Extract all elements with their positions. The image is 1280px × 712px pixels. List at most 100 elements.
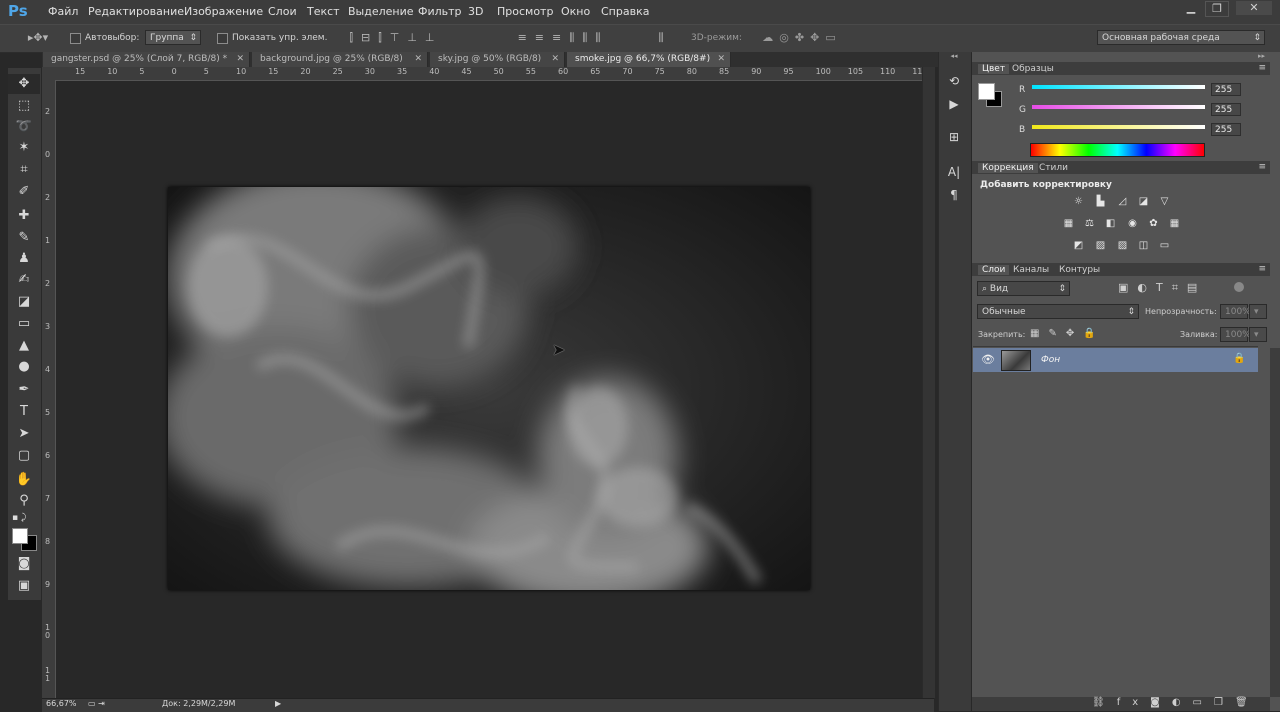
- distribute-icons[interactable]: ≡≡≡⫼⫼⫼: [493, 31, 633, 45]
- healing-brush-icon[interactable]: ✚: [8, 206, 40, 226]
- status-icons[interactable]: ▭ ⇥: [88, 699, 118, 708]
- align-icons[interactable]: ⫿⊟⫿⊤⊥⊥: [336, 31, 456, 45]
- channel-b-value[interactable]: 255: [1211, 123, 1241, 136]
- threshold-icon[interactable]: ▨: [1116, 240, 1129, 251]
- channel-b-slider[interactable]: [1032, 125, 1205, 129]
- maximize-button[interactable]: ❐: [1205, 1, 1229, 17]
- blur-tool-icon[interactable]: ▲: [8, 336, 40, 356]
- crop-tool-icon[interactable]: ⌗: [8, 160, 40, 180]
- history-brush-icon[interactable]: ✍: [8, 270, 40, 290]
- lock-icons[interactable]: ▦✎✥🔒: [1030, 328, 1110, 339]
- tab-channels[interactable]: Каналы: [1013, 265, 1049, 275]
- eyedropper-icon[interactable]: ✐: [8, 182, 40, 202]
- fill-input[interactable]: 100%: [1220, 327, 1251, 342]
- color-fg-swatch[interactable]: [978, 83, 995, 100]
- layer-filter-dropdown[interactable]: ⌕ Вид ⇕: [977, 281, 1070, 296]
- filter-toggle-icon[interactable]: [1234, 282, 1244, 292]
- color-lookup-icon[interactable]: ▦: [1168, 218, 1181, 229]
- tab-styles[interactable]: Стили: [1039, 163, 1068, 173]
- path-select-icon[interactable]: ➤: [8, 424, 40, 444]
- quick-mask-icon[interactable]: ◙: [8, 554, 40, 574]
- tab-paths[interactable]: Контуры: [1059, 265, 1100, 275]
- menu-type[interactable]: Текст: [307, 5, 340, 18]
- pen-tool-icon[interactable]: ✒: [8, 380, 40, 400]
- channel-mixer-icon[interactable]: ✿: [1147, 218, 1160, 229]
- channel-g-slider[interactable]: [1032, 105, 1205, 109]
- channel-r-slider[interactable]: [1032, 85, 1205, 89]
- tab-swatches[interactable]: Образцы: [1012, 64, 1054, 74]
- properties-panel-icon[interactable]: ⊞: [940, 126, 968, 148]
- dodge-tool-icon[interactable]: ●: [8, 357, 40, 377]
- menu-layers[interactable]: Слои: [268, 5, 297, 18]
- tab-gangster[interactable]: gangster.psd @ 25% (Слой 7, RGB/8) * ✕: [43, 52, 250, 67]
- menu-select[interactable]: Выделение: [348, 5, 414, 18]
- swap-colors-icon[interactable]: ▪ ⤸: [12, 513, 26, 523]
- menu-filter[interactable]: Фильтр: [418, 5, 462, 18]
- close-icon[interactable]: ✕: [236, 52, 244, 67]
- collapse-icon[interactable]: ◂◂: [938, 52, 970, 62]
- invert-icon[interactable]: ◩: [1072, 240, 1085, 251]
- tab-color[interactable]: Цвет: [978, 64, 1010, 74]
- history-panel-icon[interactable]: ⟲: [940, 70, 968, 92]
- eye-icon[interactable]: 👁: [981, 353, 995, 366]
- autoselect-dropdown[interactable]: Группа ⇕: [145, 30, 201, 45]
- layers-scrollbar[interactable]: [1270, 348, 1280, 697]
- channel-g-value[interactable]: 255: [1211, 103, 1241, 116]
- eraser-icon[interactable]: ◪: [8, 292, 40, 312]
- autoselect-checkbox[interactable]: [70, 33, 81, 44]
- layer-name[interactable]: Фон: [1041, 355, 1060, 365]
- brush-tool-icon[interactable]: ✎: [8, 228, 40, 248]
- workspace-dropdown[interactable]: Основная рабочая среда ⇕: [1097, 30, 1265, 45]
- black-white-icon[interactable]: ◧: [1104, 218, 1117, 229]
- layer-action-icons[interactable]: ⛓fx◙◐▭❐🗑: [1092, 697, 1272, 708]
- show-transform-checkbox[interactable]: [217, 33, 228, 44]
- zoom-tool-icon[interactable]: ⚲: [8, 491, 40, 511]
- menu-image[interactable]: Изображение: [184, 5, 263, 18]
- tab-layers[interactable]: Слои: [978, 265, 1010, 275]
- close-icon[interactable]: ✕: [551, 52, 559, 67]
- status-menu-arrow[interactable]: ▶: [275, 699, 281, 708]
- panel-menu-icon[interactable]: ≡: [1258, 162, 1266, 172]
- fill-arrow-icon[interactable]: ▾: [1249, 327, 1267, 342]
- panel-menu-icon[interactable]: ≡: [1258, 63, 1266, 73]
- gradient-map-icon[interactable]: ◫: [1137, 240, 1150, 251]
- selective-color-icon[interactable]: ▭: [1158, 240, 1171, 251]
- menu-edit[interactable]: Редактирование: [88, 5, 184, 18]
- tab-sky[interactable]: sky.jpg @ 50% (RGB/8) ✕: [430, 52, 565, 67]
- tab-background[interactable]: background.jpg @ 25% (RGB/8) ✕: [252, 52, 428, 67]
- stamp-tool-icon[interactable]: ♟: [8, 249, 40, 269]
- tab-smoke[interactable]: smoke.jpg @ 66,7% (RGB/8#) ✕: [567, 52, 731, 67]
- move-tool-icon[interactable]: ✥: [8, 74, 40, 94]
- lasso-tool-icon[interactable]: ➰: [8, 117, 40, 137]
- menu-help[interactable]: Справка: [601, 5, 649, 18]
- hue-saturation-icon[interactable]: ▦: [1062, 218, 1075, 229]
- layer-filter-icons[interactable]: ▣◐T⌗▤: [1118, 281, 1218, 295]
- color-spectrum-bar[interactable]: [1030, 143, 1205, 157]
- tab-adjustments[interactable]: Коррекция: [978, 163, 1038, 173]
- gradient-tool-icon[interactable]: ▭: [8, 314, 40, 334]
- color-balance-icon[interactable]: ⚖: [1083, 218, 1096, 229]
- hand-tool-icon[interactable]: ✋: [8, 470, 40, 490]
- shape-tool-icon[interactable]: ▢: [8, 446, 40, 466]
- paragraph-panel-icon[interactable]: ¶: [940, 184, 968, 206]
- minimize-button[interactable]: ▁: [1180, 1, 1202, 15]
- screen-mode-icon[interactable]: ▣: [8, 576, 40, 596]
- actions-panel-icon[interactable]: ▶: [940, 93, 968, 115]
- panel-menu-icon[interactable]: ≡: [1258, 264, 1266, 274]
- curves-icon[interactable]: ◿: [1116, 196, 1129, 207]
- opacity-input[interactable]: 100%: [1220, 304, 1251, 319]
- close-icon[interactable]: ✕: [414, 52, 422, 67]
- levels-icon[interactable]: ▙: [1094, 196, 1107, 207]
- vibrance-icon[interactable]: ▽: [1158, 196, 1171, 207]
- menu-file[interactable]: Файл: [48, 5, 78, 18]
- exposure-icon[interactable]: ◪: [1137, 196, 1150, 207]
- move-tool-preset-icon[interactable]: ▸✥▾: [26, 31, 50, 44]
- type-tool-icon[interactable]: T: [8, 402, 40, 422]
- auto-align-icon[interactable]: ⫼: [653, 31, 669, 45]
- foreground-color-swatch[interactable]: [12, 528, 28, 544]
- magic-wand-icon[interactable]: ✶: [8, 138, 40, 158]
- zoom-level[interactable]: 66,67%: [46, 699, 77, 708]
- character-panel-icon[interactable]: A|: [940, 161, 968, 183]
- brightness-icon[interactable]: ☼: [1072, 196, 1085, 207]
- document-canvas[interactable]: [168, 187, 810, 590]
